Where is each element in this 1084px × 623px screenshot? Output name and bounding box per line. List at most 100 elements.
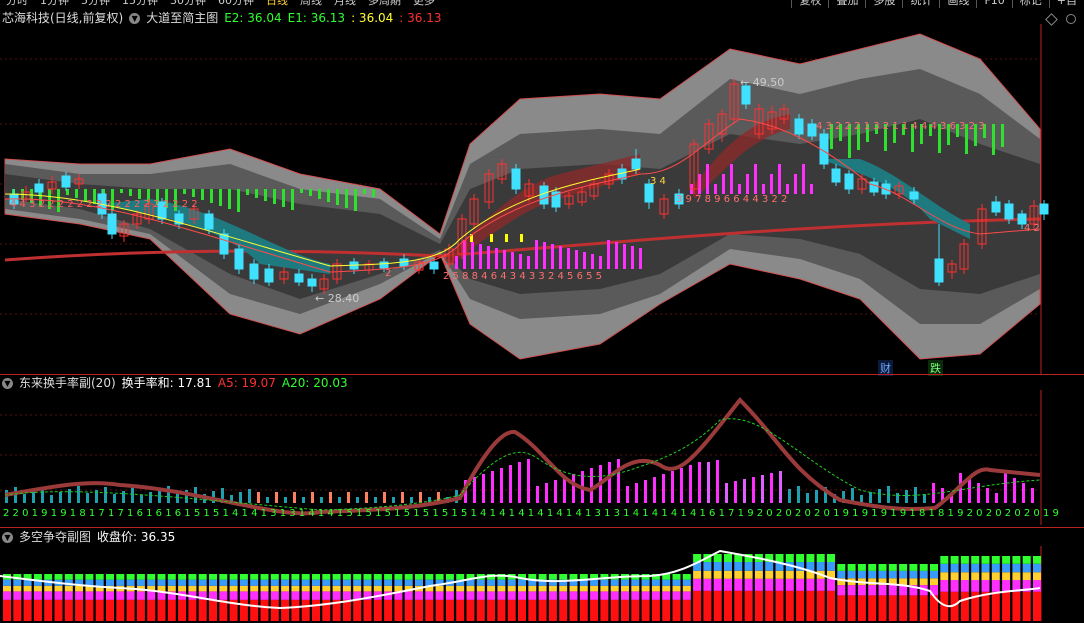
chevron-down-icon[interactable]: ▼ xyxy=(129,12,141,24)
bull-bear-bar xyxy=(724,554,732,563)
bull-bear-bar xyxy=(322,585,331,592)
bull-bear-bar xyxy=(167,574,176,580)
turnover-bar xyxy=(635,483,638,503)
bull-bear-bar xyxy=(260,585,269,592)
candle-body xyxy=(831,168,841,183)
bull-bear-bar xyxy=(950,556,959,564)
bull-bear-bar xyxy=(868,585,877,596)
yellow-bar xyxy=(505,234,508,242)
bull-bear-bar xyxy=(157,599,166,621)
period-tab[interactable]: 更多 xyxy=(407,0,441,8)
tool-tab[interactable]: +自 xyxy=(1048,0,1084,8)
magenta-bar xyxy=(543,242,546,269)
turnover-bar xyxy=(770,473,773,503)
bull-bear-bar xyxy=(981,580,990,592)
panel-divider[interactable] xyxy=(0,527,1084,528)
e1-value: E1: 36.13 xyxy=(287,11,346,25)
magenta-bar xyxy=(714,184,717,194)
bull-bear-title[interactable]: 多空争夺副图 xyxy=(19,530,91,544)
bull-bear-bar xyxy=(64,585,73,592)
bull-bear-bar xyxy=(445,585,454,592)
bull-bear-bar xyxy=(476,579,485,586)
tool-tab[interactable]: 标记 xyxy=(1011,0,1049,8)
bull-bear-bar xyxy=(250,591,259,600)
tool-tab[interactable]: 叠加 xyxy=(828,0,865,8)
turnover-bar xyxy=(77,486,80,503)
bull-bear-bar xyxy=(960,563,969,573)
bull-bear-bar xyxy=(198,574,207,580)
bull-bear-bar xyxy=(373,579,382,586)
green-bar xyxy=(354,189,357,211)
turnover-bar xyxy=(662,474,665,503)
bull-bear-bar xyxy=(909,564,918,571)
period-tab[interactable]: 5分钟 xyxy=(75,0,116,8)
bull-bear-bar xyxy=(415,591,423,600)
turnover-bar xyxy=(176,493,179,503)
bull-bear-bar xyxy=(796,554,805,563)
period-tab[interactable]: 30分钟 xyxy=(164,0,212,8)
period-tab[interactable]: 周线 xyxy=(294,0,328,8)
tool-tab[interactable]: F10 xyxy=(976,0,1011,8)
bull-bear-bar xyxy=(538,574,547,580)
period-tab[interactable]: 分时 xyxy=(0,0,34,8)
tool-tab[interactable]: 多股 xyxy=(865,0,902,8)
green-bar xyxy=(255,189,258,198)
tool-tab[interactable]: 统计 xyxy=(902,0,939,8)
bull-bear-bar xyxy=(507,599,516,621)
circle-icon[interactable] xyxy=(1066,14,1076,24)
bull-bear-bar xyxy=(827,554,835,563)
turnover-bar xyxy=(626,486,629,503)
tool-tab[interactable]: 画线 xyxy=(939,0,976,8)
bull-bear-bar xyxy=(940,572,949,581)
magenta-bar xyxy=(722,174,725,194)
magenta-bar xyxy=(471,242,474,269)
bull-bear-bar xyxy=(260,579,269,586)
bull-bear-bar xyxy=(693,578,702,591)
bull-bear-bar xyxy=(641,585,650,592)
period-tab[interactable]: 60分钟 xyxy=(212,0,260,8)
turnover-bar xyxy=(410,497,413,503)
turnover-bar xyxy=(779,471,782,503)
bull-bear-bar xyxy=(754,562,763,571)
chevron-down-icon[interactable]: ▼ xyxy=(2,531,13,543)
bull-bear-bar xyxy=(136,599,145,621)
bull-bear-bar xyxy=(507,585,516,592)
bull-bear-bar xyxy=(106,599,114,621)
bull-bear-bar xyxy=(342,585,351,592)
a20-value: A20: 20.03 xyxy=(281,376,348,390)
period-tab[interactable]: 日线 xyxy=(260,0,294,8)
bull-bear-bar xyxy=(590,599,599,621)
period-tab[interactable]: 多周期 xyxy=(362,0,407,8)
bull-bear-bar xyxy=(837,570,846,579)
bull-bear-bar xyxy=(868,570,877,579)
turnover-chart[interactable]: 2 2 0 1 9 1 9 1 8 1 7 1 7 1 6 1 6 1 6 1 … xyxy=(0,390,1084,525)
indicator-name[interactable]: 大道至简主图 xyxy=(146,11,218,25)
bull-bear-bar xyxy=(816,578,825,591)
period-tab[interactable]: 1分钟 xyxy=(34,0,75,8)
candle-body xyxy=(511,168,521,190)
bull-bear-bar xyxy=(301,591,310,600)
bull-bear-bar xyxy=(476,599,485,621)
tool-tab[interactable]: 复权 xyxy=(791,0,828,8)
bull-bear-bar xyxy=(260,574,269,580)
turnover-bar xyxy=(653,477,656,503)
line3-value: : 36.04 xyxy=(351,11,394,25)
turnover-bar xyxy=(932,483,935,503)
turnover-title[interactable]: 东来换手率副(20) xyxy=(19,376,116,390)
bull-bear-chart[interactable] xyxy=(0,546,1084,621)
line4-value: : 36.13 xyxy=(399,11,442,25)
period-tab[interactable]: 15分钟 xyxy=(116,0,164,8)
panel-divider[interactable] xyxy=(0,374,1084,375)
bull-bear-bar xyxy=(765,590,774,621)
main-kline-chart[interactable]: 4 4 3 2 2 2 2 2 2 2 2 2 2 2 2 2 2 2 2 2 2… xyxy=(0,24,1084,374)
period-tab[interactable]: 月线 xyxy=(328,0,362,8)
bull-bear-bar xyxy=(239,585,248,592)
bull-bear-bar xyxy=(270,591,279,600)
turnover-bar xyxy=(122,491,125,503)
turnover-bar xyxy=(59,492,62,503)
bull-bear-bar xyxy=(713,554,722,563)
bull-bear-bar xyxy=(106,574,114,580)
bull-bear-bar xyxy=(1012,572,1021,581)
turnover-bar xyxy=(50,495,53,503)
chevron-down-icon[interactable]: ▼ xyxy=(2,377,13,389)
